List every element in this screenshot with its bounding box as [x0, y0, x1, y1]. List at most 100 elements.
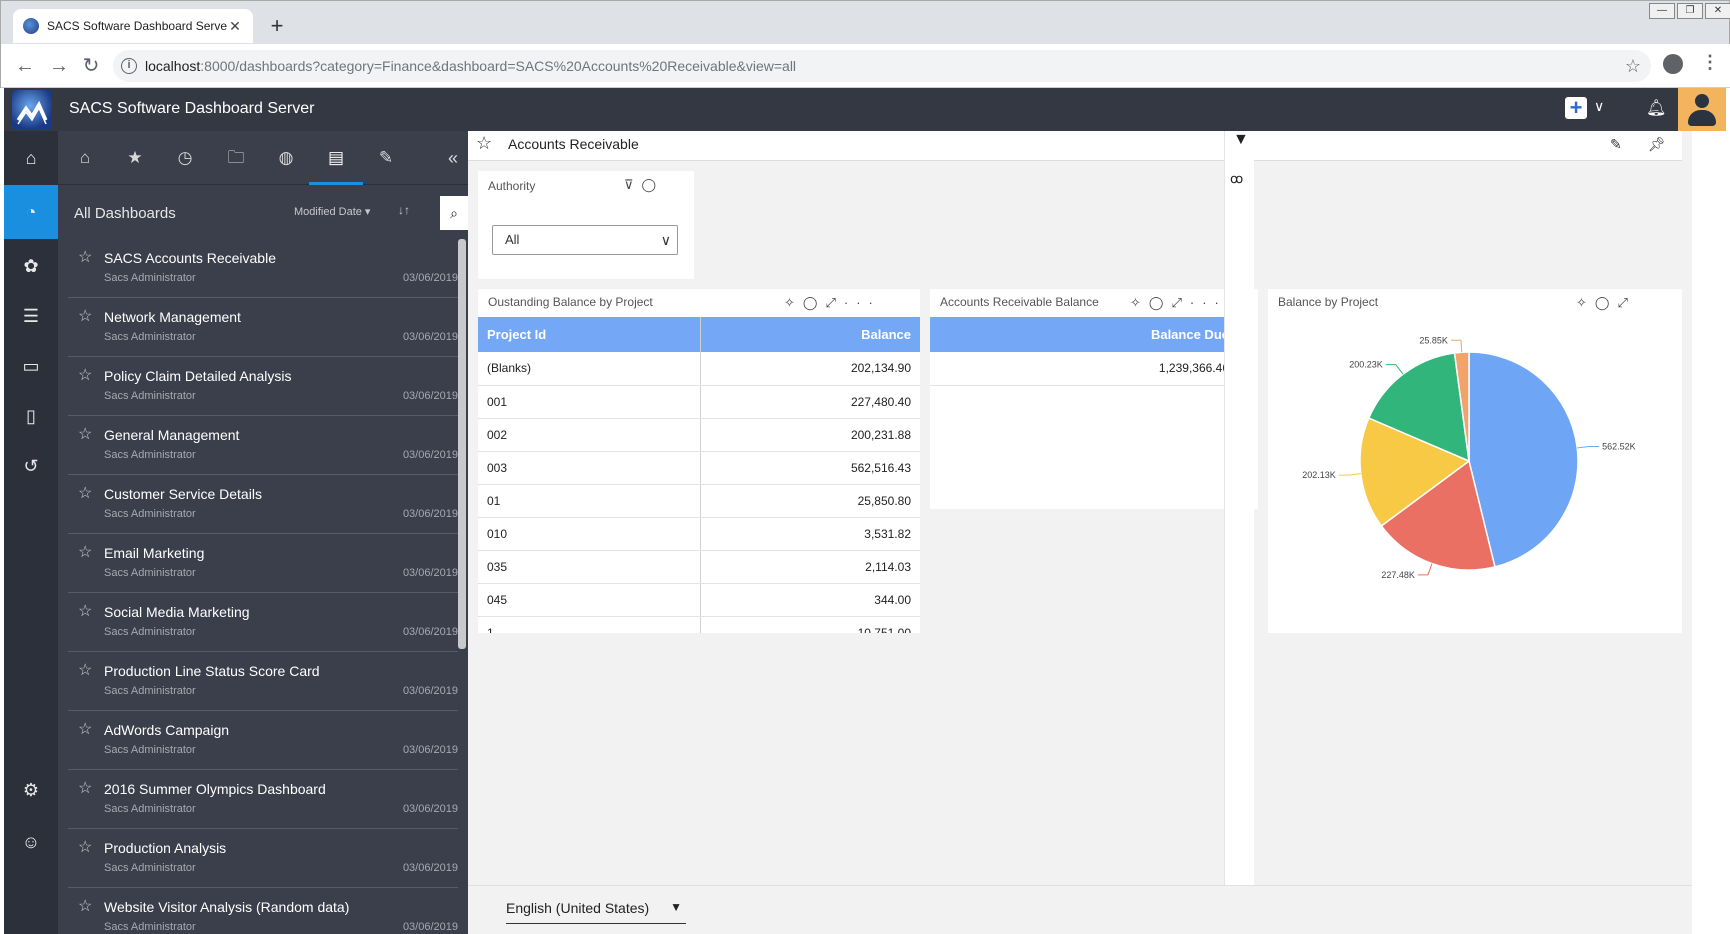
browser-menu-icon[interactable]: ⋮ [1701, 52, 1719, 73]
list-item[interactable]: ☆ Social Media Marketing Sacs Administrato… [68, 593, 458, 652]
column-header-balance-due[interactable]: Balance Due [930, 317, 1238, 352]
more-options-icon[interactable]: ··· [844, 295, 881, 310]
new-tab-button[interactable]: + [265, 13, 289, 39]
balance-due-value: 1,239,366.46 [930, 352, 1238, 386]
favorite-star-icon[interactable]: ☆ [78, 660, 92, 680]
list-item[interactable]: ☆ General Management Sacs Administrator 03/… [68, 416, 458, 475]
dashboard-author: Sacs Administrator [104, 390, 196, 402]
user-avatar[interactable] [1678, 88, 1726, 131]
create-new-button[interactable]: + [1565, 97, 1587, 119]
list-item[interactable]: ☆ Customer Service Details Sacs Administra… [68, 475, 458, 534]
authority-selected-value: All [505, 232, 520, 247]
data-sources-icon[interactable]: ☰ [4, 289, 58, 343]
pin-icon[interactable]: 📌︎ [1648, 136, 1666, 153]
column-header-balance[interactable]: Balance [700, 317, 920, 352]
list-item[interactable]: ☆ Network Management Sacs Administrator 03/… [68, 298, 458, 357]
close-tab-icon[interactable]: ✕ [227, 18, 243, 35]
favorite-star-icon[interactable]: ☆ [78, 837, 92, 857]
favorite-star-icon[interactable]: ☆ [78, 424, 92, 444]
list-scrollbar[interactable] [458, 239, 466, 649]
project-id-cell: 002 [478, 418, 701, 452]
pie-leader-line [1385, 364, 1404, 375]
edit-icon[interactable]: ✎ [1610, 136, 1622, 153]
tab-all-dashboards-icon[interactable]: ▤ [309, 131, 363, 185]
search-icon[interactable]: ⌕ [440, 196, 468, 230]
tab-home-icon[interactable]: ⌂ [58, 131, 112, 185]
dashboard-date: 03/06/2019 [402, 390, 458, 402]
user-account-icon[interactable]: ☺ [4, 815, 58, 869]
collapse-panel-icon[interactable]: « [448, 131, 458, 185]
pin-icon[interactable]: ✧ [784, 295, 803, 310]
tab-public-globe-icon[interactable]: ◍ [259, 131, 313, 185]
list-item[interactable]: ☆ Email Marketing Sacs Administrator 03/06/… [68, 534, 458, 593]
notification-bell-icon[interactable]: 🔔︎ [1646, 98, 1666, 118]
list-item[interactable]: ☆ Production Line Status Score Card Sacs A… [68, 652, 458, 711]
list-item[interactable]: ☆ SACS Accounts Receivable Sacs Administra… [68, 239, 458, 298]
favorite-star-icon[interactable]: ☆ [78, 542, 92, 562]
sort-dropdown[interactable]: Modified Date ▾ [294, 205, 370, 218]
chevron-down-icon: ∨ [660, 232, 671, 248]
list-item[interactable]: ☆ Policy Claim Detailed Analysis Sacs Admi… [68, 357, 458, 416]
sort-direction-icon[interactable]: ↓↑ [398, 203, 410, 217]
history-icon[interactable]: ↺ [4, 439, 58, 493]
dashboard-header: ☆ Accounts Receivable ✎ 📌︎ [468, 131, 1682, 161]
filter-icon[interactable]: ▼ [1233, 131, 1249, 149]
authority-select[interactable]: All ∨ [492, 225, 678, 255]
schedules-icon[interactable]: ▭ [4, 339, 58, 393]
favorite-star-icon[interactable]: ☆ [78, 306, 92, 326]
restore-window-button[interactable]: ❐ [1677, 3, 1703, 19]
list-item[interactable]: ☆ 2016 Summer Olympics Dashboard Sacs Admi… [68, 770, 458, 829]
ar-widget-icons: ✧◯⤢··· [1130, 295, 1227, 311]
left-icon-rail: ⌂ ◔ ✿ ☰ ▭ ▯ ↺ ⚙ ☺ [4, 131, 58, 934]
tab-folder-icon[interactable]: 🗀 [209, 131, 263, 185]
list-item[interactable]: ☆ AdWords Campaign Sacs Administrator 03/06… [68, 711, 458, 770]
balance-cell: 25,850.80 [700, 484, 920, 518]
favorite-star-icon[interactable]: ☆ [78, 719, 92, 739]
table-row: 045 344.00 [478, 583, 920, 617]
forward-arrow-icon[interactable]: → [45, 52, 73, 80]
back-arrow-icon[interactable]: ← [11, 52, 39, 80]
dashboard-date: 03/06/2019 [402, 744, 458, 756]
site-info-icon[interactable]: i [121, 58, 137, 74]
tab-recent-icon[interactable]: ◷ [158, 131, 212, 185]
favorite-star-icon[interactable]: ☆ [476, 133, 492, 154]
address-bar[interactable]: i localhost:8000/dashboards?category=Fin… [113, 50, 1651, 82]
list-item[interactable]: ☆ Website Visitor Analysis (Random data) S… [68, 888, 458, 934]
list-item[interactable]: ☆ Production Analysis Sacs Administrator 03… [68, 829, 458, 888]
chevron-down-icon[interactable]: ∨ [1594, 98, 1604, 115]
maximize-icon[interactable]: ⤢ [825, 295, 843, 310]
tab-drafts-edit-icon[interactable]: ✎ [359, 131, 413, 185]
favorite-star-icon[interactable]: ☆ [78, 601, 92, 621]
browser-tab[interactable]: SACS Software Dashboard Server - I ✕ [13, 9, 253, 43]
favorite-star-icon[interactable]: ☆ [78, 778, 92, 798]
dashboard-author: Sacs Administrator [104, 449, 196, 461]
column-header-project-id[interactable]: Project Id [478, 317, 701, 352]
comment-icon[interactable]: ◯ [642, 177, 665, 192]
close-window-button[interactable]: ✕ [1705, 3, 1730, 19]
maximize-icon[interactable]: ⤢ [1171, 295, 1189, 310]
dashboards-icon[interactable]: ◔ [4, 185, 58, 239]
bookmark-star-icon[interactable]: ☆ [1625, 50, 1641, 82]
favorite-star-icon[interactable]: ☆ [78, 483, 92, 503]
comment-icon[interactable]: ◯ [1149, 295, 1172, 310]
language-select[interactable]: English (United States) ▼ [506, 900, 686, 924]
more-options-icon[interactable]: ··· [1190, 295, 1227, 310]
reload-icon[interactable]: ↻ [77, 52, 105, 80]
view-glasses-icon[interactable]: ꝏ [1230, 171, 1243, 187]
favorite-star-icon[interactable]: ☆ [78, 896, 92, 916]
minimize-window-button[interactable]: — [1649, 3, 1675, 19]
favorite-star-icon[interactable]: ☆ [78, 247, 92, 267]
app-logo[interactable] [12, 90, 52, 130]
table-row: 002 200,231.88 [478, 418, 920, 452]
palette-icon[interactable]: ✿ [4, 239, 58, 293]
documents-icon[interactable]: ▯ [4, 389, 58, 443]
settings-gear-icon[interactable]: ⚙ [4, 763, 58, 817]
balance-cell: 200,231.88 [700, 418, 920, 452]
favorite-star-icon[interactable]: ☆ [78, 365, 92, 385]
tab-favorites-icon[interactable]: ★ [108, 131, 162, 185]
browser-profile-icon[interactable] [1663, 54, 1683, 74]
comment-icon[interactable]: ◯ [803, 295, 826, 310]
clear-filter-icon[interactable]: ⊽ [624, 177, 642, 192]
pin-icon[interactable]: ✧ [1130, 295, 1149, 310]
home-icon[interactable]: ⌂ [4, 131, 58, 185]
